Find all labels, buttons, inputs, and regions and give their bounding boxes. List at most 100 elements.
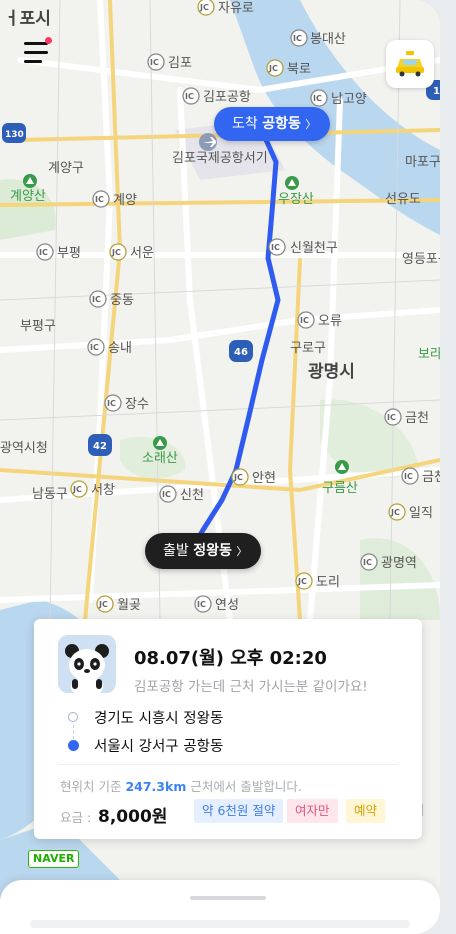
jc-badge: JC 안현 <box>231 468 276 486</box>
svg-text:일직: 일직 <box>409 506 433 521</box>
svg-text:IC: IC <box>95 195 104 204</box>
chevron-right-icon: 〉 <box>236 545 248 558</box>
svg-text:IC: IC <box>92 295 101 304</box>
svg-text:JC: JC <box>233 473 243 482</box>
svg-text:46: 46 <box>234 347 248 358</box>
avatar <box>58 635 116 693</box>
svg-text:JC: JC <box>390 508 400 517</box>
svg-text:금천: 금천 <box>405 411 429 426</box>
svg-text:IC: IC <box>387 413 396 422</box>
fare-label: 요금 : <box>60 810 92 825</box>
map-label: 부평구 <box>20 319 56 334</box>
destination-name: 공항동 <box>262 116 301 132</box>
svg-text:IC: IC <box>162 490 171 499</box>
park-icon <box>153 436 167 450</box>
map-label: 신월천구 <box>290 241 338 256</box>
route-connector <box>73 725 75 739</box>
destination-address: 서울시 강서구 공항동 <box>94 739 224 755</box>
svg-text:김포: 김포 <box>168 56 192 71</box>
svg-text:남고양: 남고양 <box>331 92 367 107</box>
divider <box>58 764 398 765</box>
ic-badge: IC 금천 <box>384 408 429 426</box>
panda-avatar-icon <box>58 635 116 693</box>
ic-badge: IC 오류 <box>297 311 342 329</box>
tag-women-only: 여자만 <box>287 799 338 823</box>
ic-badge: IC 부평 <box>36 243 81 261</box>
distance-value: 247.3km <box>125 779 187 794</box>
svg-text:안현: 안현 <box>252 471 276 486</box>
svg-text:서창: 서창 <box>91 483 115 498</box>
route-shield-46: 46 <box>229 340 253 362</box>
svg-text:JC: JC <box>72 485 82 494</box>
svg-text:연성: 연성 <box>215 598 239 613</box>
origin-prefix: 출발 <box>163 543 189 559</box>
park-icon <box>285 176 299 190</box>
svg-text:IC: IC <box>300 316 309 325</box>
tag-reservation: 예약 <box>346 799 386 823</box>
origin-address: 경기도 시흥시 정왕동 <box>94 711 224 727</box>
svg-text:부평: 부평 <box>57 246 81 261</box>
svg-text:JC: JC <box>111 248 121 257</box>
ride-message: 김포공항 가는데 근처 가시는분 같이가요! <box>134 679 368 695</box>
map-label: 선유도 <box>385 192 421 207</box>
map-label: 소래산 <box>142 451 178 466</box>
bottom-sheet[interactable] <box>0 880 440 934</box>
svg-text:IC: IC <box>293 34 302 43</box>
ic-badge: IC 김포 <box>147 53 192 71</box>
menu-button[interactable] <box>24 37 52 68</box>
svg-text:JC: JC <box>297 577 307 586</box>
map-label: 우장산 <box>278 192 314 207</box>
svg-text:IC: IC <box>185 92 194 101</box>
park-icon <box>335 460 349 474</box>
ic-badge: IC 남고양 <box>310 89 367 107</box>
bottom-sheet-handle[interactable] <box>190 896 266 900</box>
svg-text:자유로: 자유로 <box>218 1 254 16</box>
distance-suffix: 근처에서 출발합니다. <box>190 779 302 794</box>
svg-text:금천: 금천 <box>422 470 440 485</box>
svg-text:42: 42 <box>93 441 107 452</box>
taxi-button[interactable] <box>386 40 434 88</box>
origin-dot-icon <box>68 712 78 722</box>
map-label: ㅓ포시 <box>4 9 51 29</box>
route-shield-42: 42 <box>88 434 112 456</box>
jc-badge: JC 서창 <box>70 480 115 498</box>
route-shield-130: 130 <box>2 123 26 143</box>
park-icon <box>23 174 37 188</box>
svg-text:신천: 신천 <box>180 488 204 503</box>
taxi-icon <box>396 51 424 77</box>
destination-pill[interactable]: 도착 공항동 〉 <box>214 107 331 141</box>
origin-name: 정왕동 <box>193 543 232 559</box>
svg-text:IC: IC <box>39 248 48 257</box>
svg-text:IC: IC <box>271 243 280 252</box>
svg-text:IC: IC <box>107 399 116 408</box>
ic-badge: IC 신천 <box>159 485 204 503</box>
distance-prefix: 현위치 기준 <box>60 779 122 794</box>
ic-badge: IC 연성 <box>194 595 239 613</box>
svg-text:김포공항: 김포공항 <box>203 90 251 105</box>
menu-bar <box>24 42 48 45</box>
svg-text:IC: IC <box>404 472 413 481</box>
svg-text:JC: JC <box>199 3 209 12</box>
chevron-right-icon: 〉 <box>305 118 317 131</box>
ride-card[interactable]: 08.07(월) 오후 02:20 김포공항 가는데 근처 가시는분 같이가요!… <box>34 619 422 839</box>
svg-text:중동: 중동 <box>110 293 134 308</box>
ic-badge: IC 계양 <box>92 190 137 208</box>
map-label: 구로구 <box>290 341 326 356</box>
bottom-sheet-base <box>30 920 410 928</box>
ic-badge: IC 광명역 <box>360 553 417 571</box>
notification-dot <box>45 37 52 44</box>
origin-pill[interactable]: 출발 정왕동 〉 <box>145 533 262 569</box>
map-label: 광명시 <box>308 362 355 382</box>
svg-text:IC: IC <box>90 343 99 352</box>
map-label: 김포국제공항서기 <box>172 151 268 166</box>
svg-text:월곶: 월곶 <box>117 598 141 613</box>
map-label: 구름산 <box>322 481 358 496</box>
svg-text:계양: 계양 <box>113 193 137 208</box>
svg-text:봉대산: 봉대산 <box>310 32 346 47</box>
svg-text:도리: 도리 <box>316 575 340 590</box>
svg-text:오류: 오류 <box>318 314 342 329</box>
svg-text:130: 130 <box>5 130 24 140</box>
jc-badge: JC 일직 <box>388 503 433 521</box>
map-label: 남동구 <box>32 487 68 502</box>
ic-badge: IC <box>268 238 286 256</box>
